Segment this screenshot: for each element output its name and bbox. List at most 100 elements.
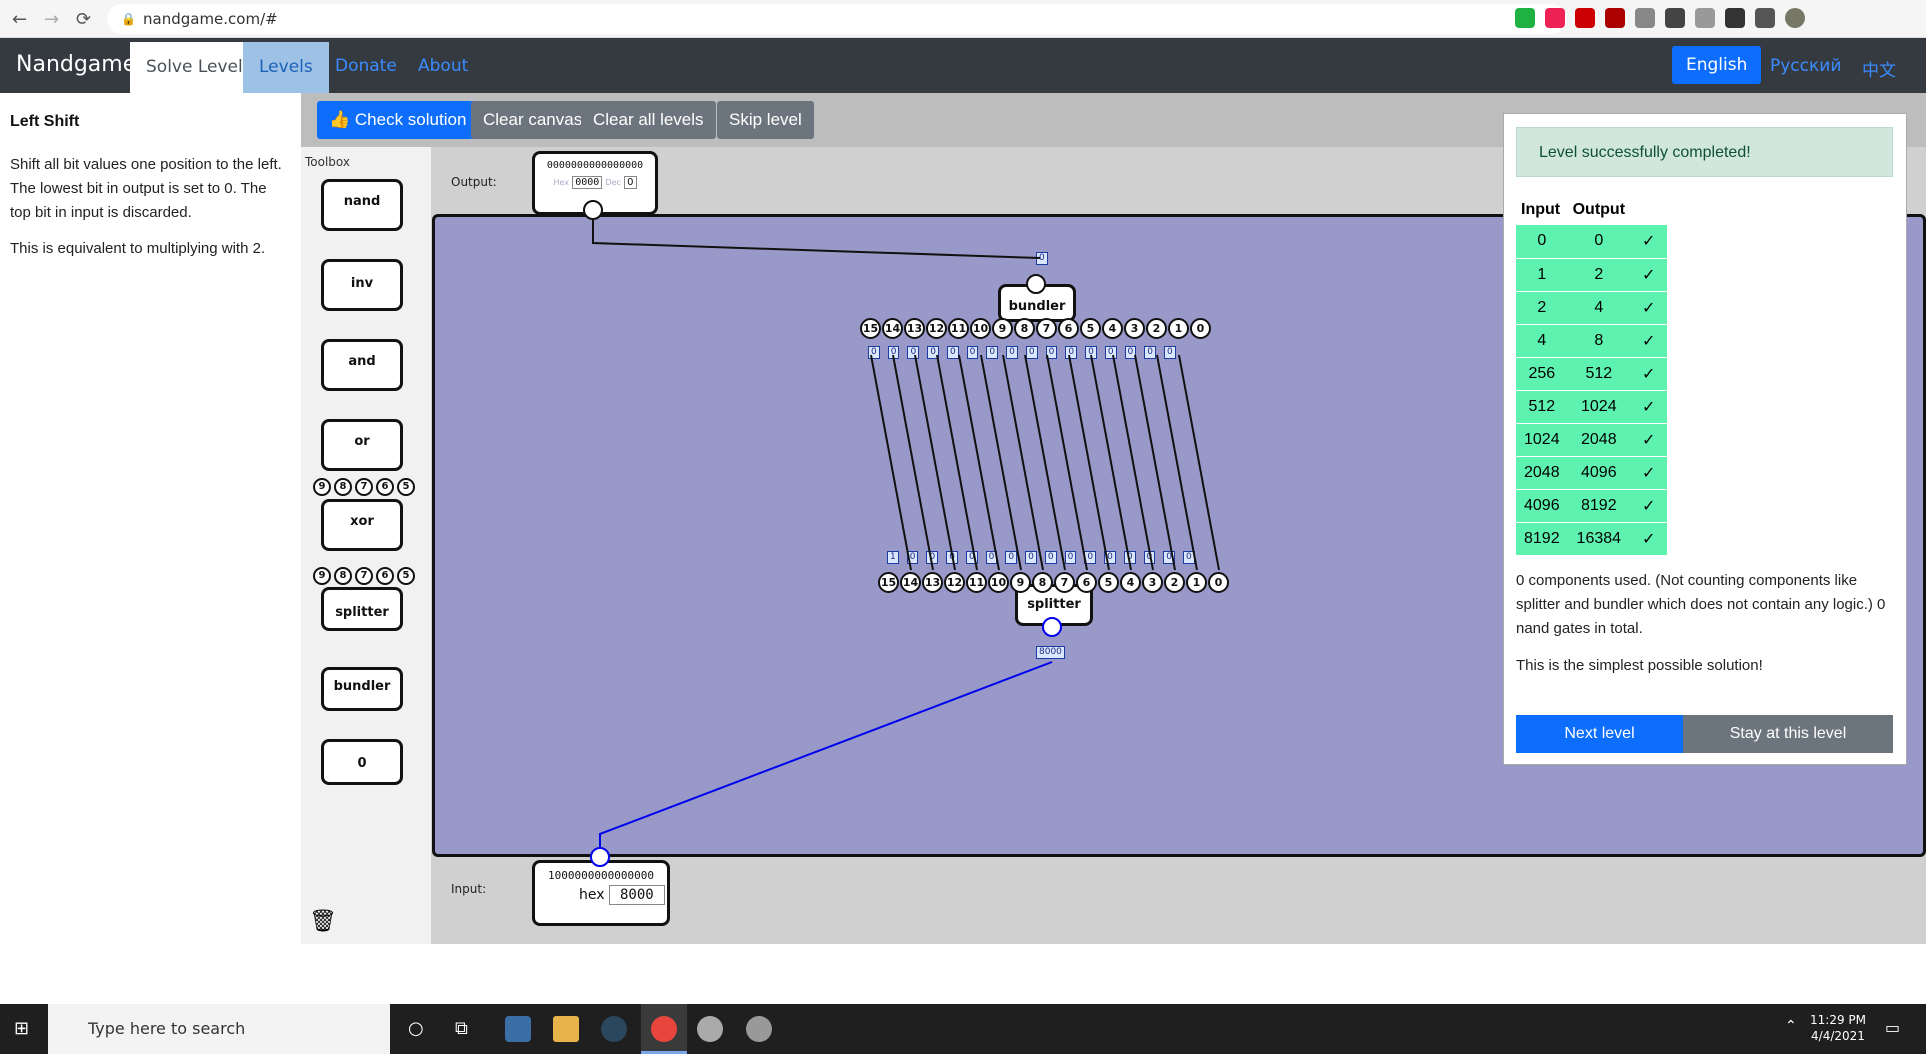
grammarly-icon[interactable] [1515,8,1535,28]
bundler-vals-pin: 0 [1025,346,1038,359]
splitter-pins-pin: 1 [1186,572,1207,593]
bundler-pins-pin: 11 [948,318,969,339]
bundler-vals-pin: 0 [927,346,939,359]
clear-canvas-button[interactable]: Clear canvas [471,101,595,139]
task-view-icon[interactable]: ⧉ [455,1018,468,1039]
chrome-taskbar-button[interactable] [641,1004,687,1054]
splitter-vals-pin: 0 [1084,551,1097,564]
extension-icon[interactable] [1665,8,1685,28]
splitter-pins-pin: 3 [1142,572,1163,593]
splitter-vals-pin: 0 [1163,551,1176,564]
output-node: 0000000000000000 Hex 0000 Dec 0 [532,151,658,215]
bundler-vals-pin: 0 [986,346,999,359]
splitter-vals-pin: 0 [1123,551,1136,564]
taskbar-clock[interactable]: 11:29 PM 4/4/2021 [1810,1012,1866,1044]
trash-icon[interactable]: 🗑 [309,909,337,934]
toolbox-xor[interactable]: xor [321,499,403,551]
app-icon[interactable] [697,1016,723,1042]
file-explorer-icon[interactable] [553,1016,579,1042]
chevron-up-icon[interactable]: ⌃ [1785,1018,1797,1034]
bundler-vals-pin: 0 [966,346,979,359]
check-solution-button[interactable]: 👍 Check solution [317,101,479,139]
about-link[interactable]: About [418,56,468,76]
result-row: 256 512 ✓ [1516,357,1668,391]
toolbox-title: Toolbox [305,155,350,169]
splitter-pins-pin: 10 [988,572,1009,593]
lang-chinese-link[interactable]: 中文 [1862,56,1896,81]
taskbar-search[interactable]: Type here to search [48,1004,390,1054]
lang-english-button[interactable]: English [1672,46,1762,84]
app-icon[interactable] [746,1016,772,1042]
adblock-icon[interactable] [1575,8,1595,28]
bundler-output-value: 0 [1036,252,1048,265]
stay-level-button[interactable]: Stay at this level [1683,715,1893,753]
splitter-vals-pin: 0 [1044,551,1057,564]
extension-icon[interactable] [1695,8,1715,28]
brand-logo[interactable]: Nandgame [16,52,136,77]
splitter-vals-pin: 0 [1104,551,1116,564]
splitter-vals-pin: 0 [906,551,919,564]
toolbox-sp-pin: 5 [397,478,415,496]
splitter-output-values: 1000000000000000 [887,551,1203,564]
puzzle-icon[interactable] [1725,8,1745,28]
extension-icon[interactable] [1605,8,1625,28]
result-row: 4096 8192 ✓ [1516,489,1668,523]
result-row: 512 1024 ✓ [1516,390,1668,424]
splitter-pins-pin: 8 [1032,572,1053,593]
bundler-vals-pin: 0 [1006,346,1018,359]
address-bar[interactable]: 🔒 nandgame.com/# [107,4,1567,34]
back-icon[interactable]: ← [12,9,27,30]
reading-list-icon[interactable] [1755,8,1775,28]
splitter-pins-pin: 7 [1054,572,1075,593]
skip-level-button[interactable]: Skip level [717,101,814,139]
bundler-vals-pin: 0 [1045,346,1058,359]
output-hex: 0000 [572,176,603,189]
input-label: Input: [451,882,487,896]
bundler-vals-pin: 0 [1144,346,1157,359]
toolbox-sp-pin: 8 [334,478,352,496]
donate-link[interactable]: Donate [335,56,397,76]
success-alert: Level successfully completed! [1516,127,1893,177]
bundler-vals-pin: 0 [1104,346,1117,359]
toolbox-and[interactable]: and [321,339,403,391]
steam-icon[interactable] [601,1016,627,1042]
reload-icon[interactable]: ⟳ [76,9,91,30]
windows-start-icon[interactable]: ⊞ [14,1018,29,1039]
toolbox-zero[interactable]: 0 [321,739,403,785]
next-level-button[interactable]: Next level [1516,715,1683,753]
bundler-component[interactable]: bundler [998,284,1076,322]
tab-solve-level[interactable]: Solve Level [130,42,259,93]
toolbox-splitter[interactable]: splitter [321,587,403,631]
bundler-pins-pin: 2 [1146,318,1167,339]
bundler-vals-pin: 0 [868,346,880,359]
input-hex-field[interactable]: 8000 [608,885,665,905]
toolbox-or[interactable]: or [321,419,403,471]
avatar[interactable] [1785,8,1805,28]
checkmark-icon: ✓ [1630,390,1668,424]
bundler-pin-row: 15 14 13 12 11 10 9 8 7 6 5 4 3 2 1 0 [860,318,1212,339]
toolbox-inv[interactable]: inv [321,259,403,311]
input-node[interactable]: 1000000000000000 hex 8000 [532,860,670,926]
bundler-pins-pin: 15 [860,318,881,339]
lang-russian-link[interactable]: Русский [1770,56,1841,76]
notifications-icon[interactable]: ▭ [1885,1018,1900,1037]
splitter-vals-pin: 0 [1064,551,1077,564]
tab-levels[interactable]: Levels [243,42,329,93]
splitter-pins-pin: 6 [1076,572,1097,593]
app-icon[interactable] [505,1016,531,1042]
extension-icon[interactable] [1545,8,1565,28]
splitter-vals-pin: 0 [926,551,939,564]
clear-all-levels-button[interactable]: Clear all levels [581,101,716,139]
splitter-pins-pin: 9 [1010,572,1031,593]
result-row: 2 4 ✓ [1516,291,1668,325]
checkmark-icon: ✓ [1630,291,1668,325]
splitter-vals-pin: 0 [946,551,958,564]
extension-icon[interactable] [1635,8,1655,28]
forward-icon[interactable]: → [44,9,59,30]
toolbox-bundler[interactable]: bundler [321,667,403,711]
toolbox-nand[interactable]: nand [321,179,403,231]
toolbox-sp-pin: 6 [376,478,394,496]
toolbox-bu-pin: 6 [376,567,394,585]
cortana-icon[interactable]: ○ [408,1018,424,1039]
splitter-vals-pin: 0 [1143,551,1156,564]
